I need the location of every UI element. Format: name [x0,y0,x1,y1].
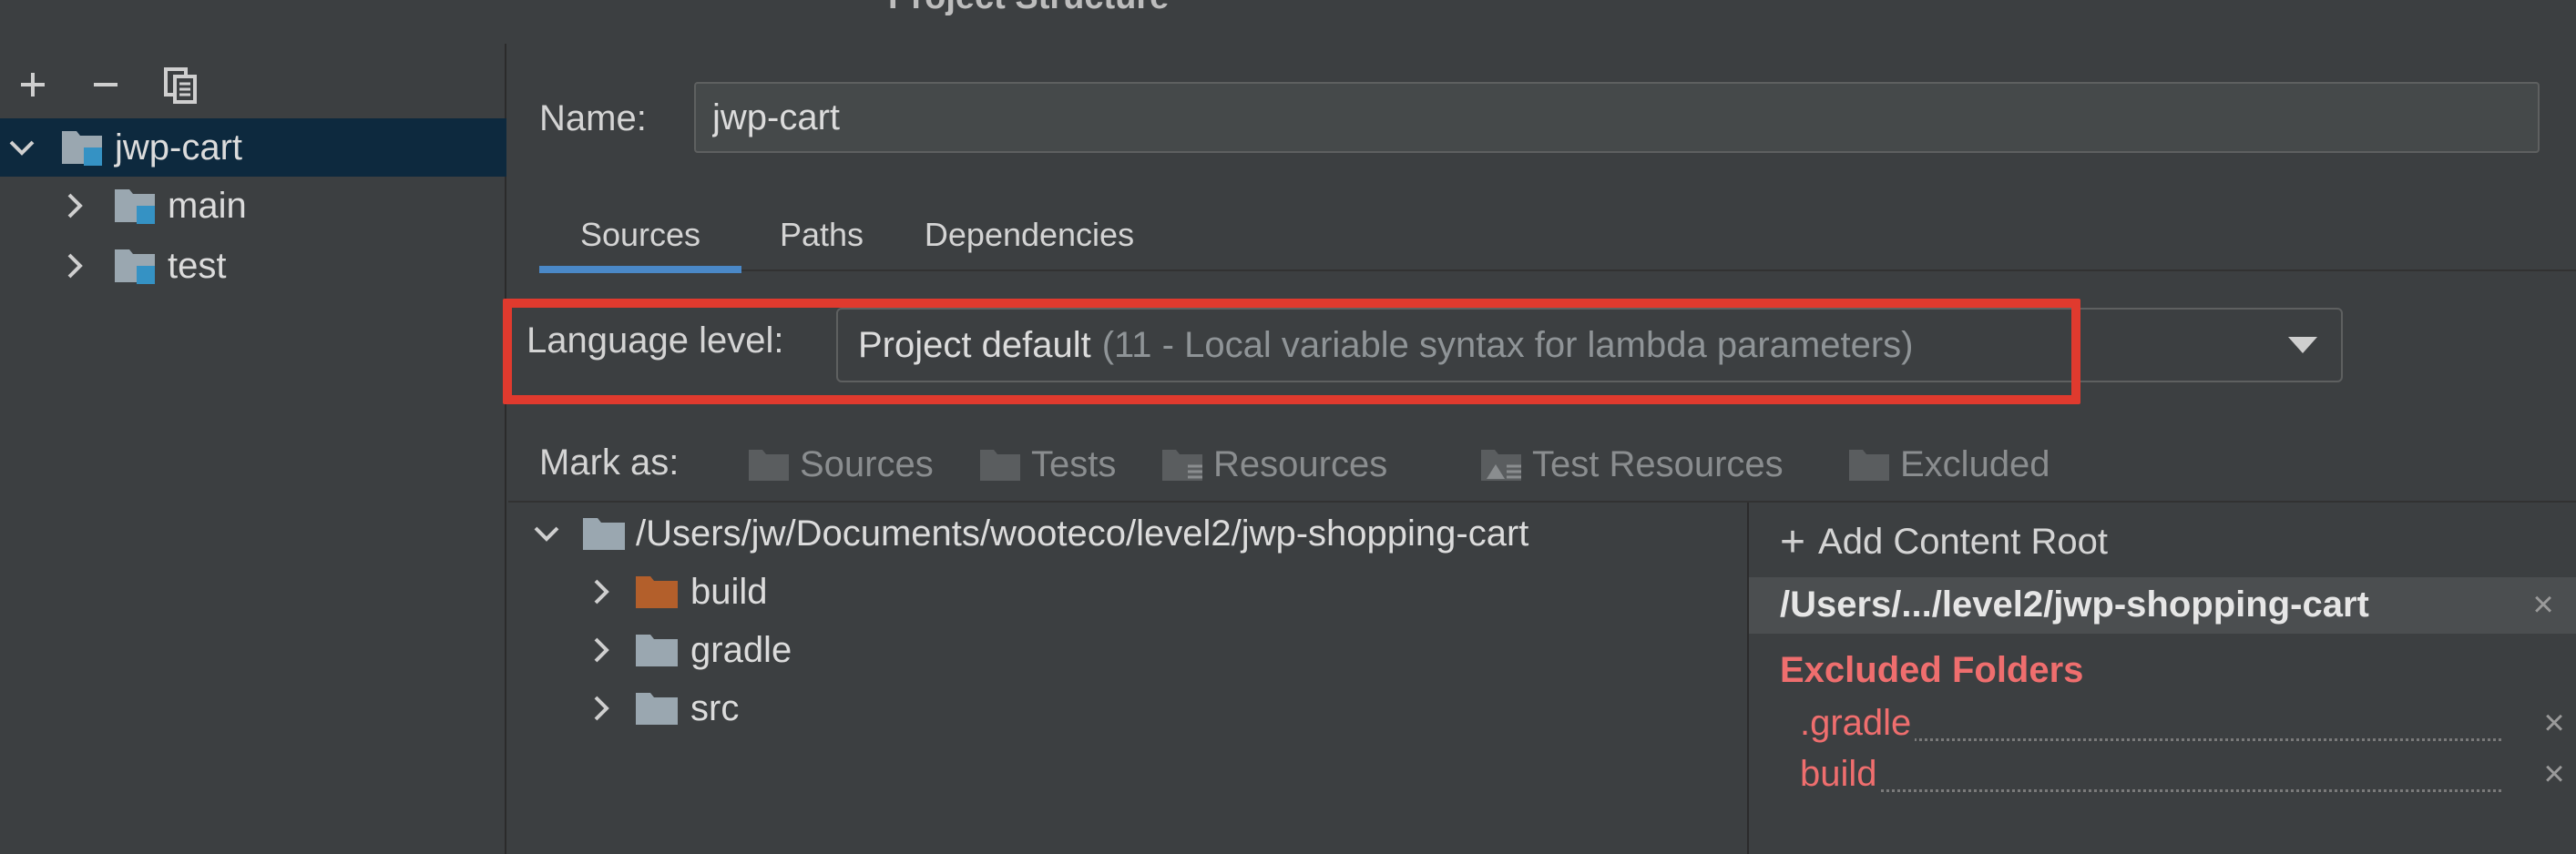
tree-item-main[interactable]: main [0,177,506,235]
tree-item-test[interactable]: test [0,237,506,295]
remove-module-button[interactable] [84,62,128,107]
remove-excluded-button[interactable]: × [2538,754,2571,794]
mark-excluded-button[interactable]: Excluded [1847,437,2050,492]
chevron-right-icon[interactable] [587,635,616,665]
mark-sources-button[interactable]: Sources [747,437,934,492]
folder-icon [583,518,625,550]
copy-icon [164,67,197,104]
content-root-row[interactable]: /Users/.../level2/jwp-shopping-cart × [1749,577,2576,634]
excluded-folder-icon [636,576,678,608]
content-root-panel: + Add Content Root /Users/.../level2/jwp… [1749,503,2576,854]
mark-tests-button[interactable]: Tests [978,437,1116,492]
module-folder-icon [115,189,155,224]
tree-item-label: test [168,245,227,286]
mark-as-toolbar: Mark as: Sources Tests Resources Test Re… [539,437,2576,492]
tests-folder-icon [980,450,1020,481]
mark-test-resources-button[interactable]: Test Resources [1479,437,1784,492]
file-tree-root[interactable]: /Users/jw/Documents/wooteco/level2/jwp-s… [508,504,1747,563]
tree-item-label: jwp-cart [115,127,243,168]
chevron-right-icon[interactable] [587,694,616,723]
window-title: Project Structure [888,0,1169,17]
excluded-folders-title: Excluded Folders [1780,650,2084,690]
remove-excluded-button[interactable]: × [2538,703,2571,743]
remove-content-root-button[interactable]: × [2527,585,2560,625]
chevron-down-icon[interactable] [532,519,561,548]
settings-tabs: Sources Paths Dependencies [539,198,2576,273]
file-tree-label: src [690,687,740,728]
file-tree-item-src[interactable]: src [508,679,1747,737]
chevron-down-icon[interactable] [7,133,36,162]
mark-as-label: Mark as: [539,442,680,483]
tab-sources[interactable]: Sources [539,198,741,273]
folder-icon [636,693,678,725]
excluded-folder-icon [1849,450,1889,481]
module-sidebar: jwp-cart main test [0,44,506,854]
module-folder-icon [62,131,102,166]
mark-resources-button[interactable]: Resources [1160,437,1387,492]
module-settings-panel: Name: Sources Paths Dependencies Languag… [503,44,2576,854]
module-folder-icon [115,249,155,284]
excluded-folder-label: build [1800,754,1881,795]
sources-folder-icon [749,450,789,481]
tab-dependencies[interactable]: Dependencies [902,198,1157,271]
minus-icon [94,83,118,86]
copy-module-button[interactable] [158,62,202,107]
add-content-root-button[interactable]: + Add Content Root [1780,517,2108,567]
plus-icon [21,73,45,97]
excluded-folder-item: build × [1800,754,2565,801]
excluded-folder-item: .gradle × [1800,703,2565,750]
add-module-button[interactable] [11,62,55,107]
resources-folder-icon [1162,450,1202,481]
folder-icon [636,635,678,666]
name-label: Name: [539,98,647,138]
file-tree-item-gradle[interactable]: gradle [508,621,1747,679]
chevron-right-icon[interactable] [60,191,89,220]
excluded-folder-label: .gradle [1800,703,1916,744]
tree-item-jwp-cart[interactable]: jwp-cart [0,118,506,177]
highlight-annotation [503,299,2080,404]
module-name-input[interactable] [694,82,2540,153]
chevron-right-icon[interactable] [587,577,616,606]
chevron-down-icon [2288,337,2317,353]
dotted-leader [1800,789,2501,792]
tab-paths[interactable]: Paths [758,198,885,271]
file-tree-item-build[interactable]: build [508,563,1747,621]
file-tree-label: gradle [690,629,792,670]
file-tree-label: /Users/jw/Documents/wooteco/level2/jwp-s… [636,513,1529,554]
chevron-right-icon[interactable] [60,251,89,280]
file-tree-label: build [690,571,768,612]
test-resources-folder-icon [1481,450,1521,481]
plus-icon: + [1780,518,1806,566]
content-root-path: /Users/.../level2/jwp-shopping-cart [1780,585,2369,625]
tree-item-label: main [168,185,247,226]
